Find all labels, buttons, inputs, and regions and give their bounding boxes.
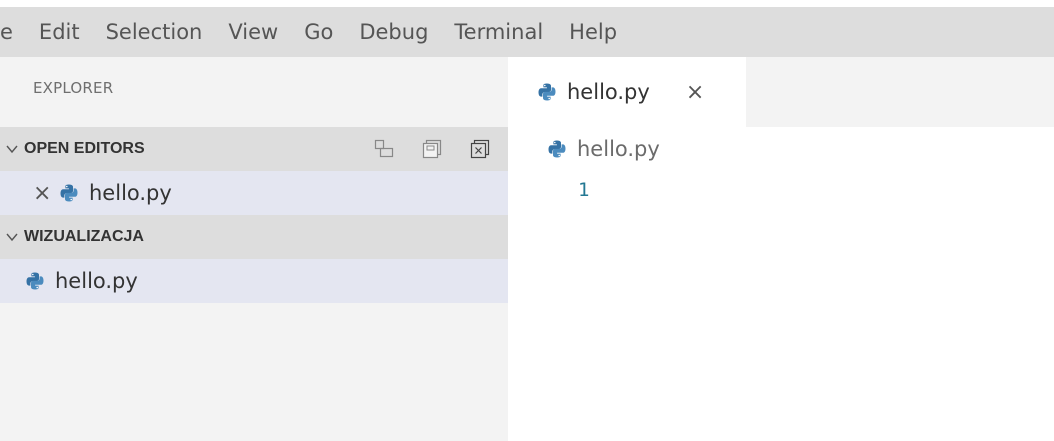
menu-edit[interactable]: Edit [26, 7, 93, 57]
python-file-icon [547, 139, 567, 159]
window-caption-strip [0, 0, 1054, 7]
open-editor-file-name: hello.py [89, 181, 172, 205]
explorer-title: EXPLORER [33, 79, 114, 97]
breadcrumb[interactable]: hello.py [547, 137, 660, 161]
menu-debug[interactable]: Debug [346, 7, 441, 57]
close-icon[interactable]: × [686, 80, 704, 105]
editor-tab-bar: hello.py × [508, 57, 1054, 127]
line-number: 1 [578, 179, 590, 201]
python-file-icon [537, 82, 557, 102]
folder-header-wizualizacja[interactable]: WIZUALIZACJA [0, 215, 508, 259]
close-all-editors-icon[interactable] [470, 139, 490, 159]
file-tree-file-name: hello.py [55, 269, 138, 293]
explorer-sidebar: EXPLORER OPEN EDITORS × hello.py WIZUALI… [0, 57, 508, 441]
file-tree-item-hello-py[interactable]: hello.py [0, 259, 508, 303]
open-editors-label: OPEN EDITORS [24, 140, 145, 157]
close-icon[interactable]: × [33, 181, 59, 206]
menu-go[interactable]: Go [291, 7, 346, 57]
chevron-down-icon [0, 228, 24, 246]
open-editors-header[interactable]: OPEN EDITORS [0, 127, 508, 171]
menu-bar: e Edit Selection View Go Debug Terminal … [0, 7, 1054, 57]
chevron-down-icon [0, 140, 24, 158]
menu-selection[interactable]: Selection [93, 7, 216, 57]
menu-view[interactable]: View [215, 7, 291, 57]
folder-label: WIZUALIZACJA [24, 228, 144, 245]
save-all-icon[interactable] [422, 139, 442, 159]
open-editor-item-hello-py[interactable]: × hello.py [0, 171, 508, 215]
python-file-icon [59, 183, 79, 203]
editor-pane[interactable]: hello.py 1 [508, 127, 1054, 441]
breadcrumb-file-name: hello.py [577, 137, 660, 161]
tab-label: hello.py [567, 80, 650, 104]
tab-hello-py[interactable]: hello.py × [508, 57, 746, 127]
menu-file-partial[interactable]: e [0, 7, 26, 57]
menu-terminal[interactable]: Terminal [441, 7, 556, 57]
menu-help[interactable]: Help [556, 7, 630, 57]
new-untitled-file-icon[interactable] [374, 139, 394, 159]
open-editors-actions [374, 127, 490, 171]
python-file-icon [25, 271, 45, 291]
